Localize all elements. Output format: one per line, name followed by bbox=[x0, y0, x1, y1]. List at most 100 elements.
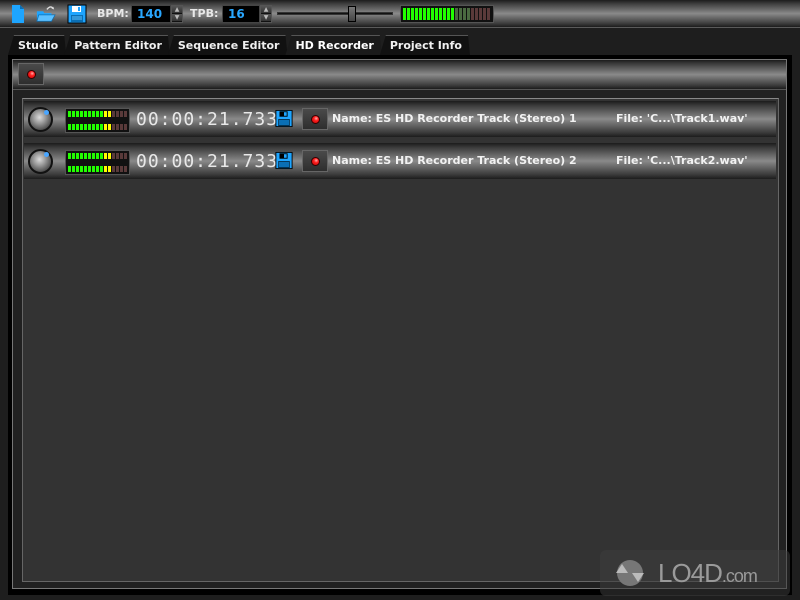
bpm-up-arrow-icon[interactable]: ▲ bbox=[172, 6, 182, 14]
meter-channel bbox=[68, 166, 127, 172]
track-level-meter bbox=[65, 150, 130, 175]
meter-segment bbox=[427, 14, 430, 20]
meter-segment bbox=[112, 111, 115, 117]
meter-segment bbox=[439, 14, 442, 20]
save-track-icon[interactable] bbox=[275, 109, 293, 128]
meter-segment bbox=[431, 14, 434, 20]
tab-hd-recorder[interactable]: HD Recorder bbox=[285, 35, 381, 55]
hd-recorder-inner: 00:00:21.733 Name: ES HD Recorder Track … bbox=[12, 59, 787, 589]
meter-segment bbox=[471, 14, 474, 20]
meter-segment bbox=[72, 124, 75, 130]
meter-segment bbox=[68, 153, 71, 159]
track-name: Name: ES HD Recorder Track (Stereo) 2 bbox=[332, 154, 577, 167]
meter-segment bbox=[475, 14, 478, 20]
record-all-button[interactable] bbox=[18, 63, 44, 85]
tab-sequence-editor[interactable]: Sequence Editor bbox=[168, 35, 288, 55]
meter-segment bbox=[419, 14, 422, 20]
meter-segment bbox=[104, 111, 107, 117]
meter-segment bbox=[84, 124, 87, 130]
meter-segment bbox=[407, 14, 410, 20]
save-track-icon[interactable] bbox=[275, 151, 293, 170]
meter-segment bbox=[96, 153, 99, 159]
meter-segment bbox=[112, 166, 115, 172]
open-folder-icon[interactable] bbox=[36, 4, 56, 24]
meter-channel bbox=[68, 111, 127, 117]
lo4d-logo-icon bbox=[616, 560, 644, 586]
meter-segment bbox=[72, 153, 75, 159]
track-level-meter bbox=[65, 108, 130, 133]
track-time-display: 00:00:21.733 bbox=[136, 109, 279, 130]
meter-segment bbox=[108, 166, 111, 172]
volume-knob[interactable] bbox=[28, 107, 53, 132]
meter-segment bbox=[423, 14, 426, 20]
meter-segment bbox=[88, 111, 91, 117]
meter-segment bbox=[411, 14, 414, 20]
meter-segment bbox=[435, 14, 438, 20]
tab-pattern-editor[interactable]: Pattern Editor bbox=[64, 35, 170, 55]
meter-segment bbox=[84, 111, 87, 117]
tab-bar: Studio Pattern Editor Sequence Editor HD… bbox=[8, 35, 468, 55]
meter-segment bbox=[415, 14, 418, 20]
meter-segment bbox=[96, 166, 99, 172]
track-record-button[interactable] bbox=[302, 150, 328, 172]
record-toolbar bbox=[13, 60, 786, 90]
meter-segment bbox=[120, 111, 123, 117]
record-icon bbox=[310, 114, 320, 124]
meter-segment bbox=[100, 166, 103, 172]
meter-segment bbox=[120, 124, 123, 130]
meter-segment bbox=[76, 124, 79, 130]
tpb-spinner[interactable]: ▲ ▼ bbox=[260, 5, 272, 23]
meter-segment bbox=[116, 166, 119, 172]
tpb-up-arrow-icon[interactable]: ▲ bbox=[261, 6, 271, 14]
bpm-down-arrow-icon[interactable]: ▼ bbox=[172, 14, 182, 22]
meter-segment bbox=[443, 14, 446, 20]
meter-channel bbox=[403, 14, 491, 20]
tpb-down-arrow-icon[interactable]: ▼ bbox=[261, 14, 271, 22]
meter-segment bbox=[76, 153, 79, 159]
meter-segment bbox=[100, 111, 103, 117]
meter-segment bbox=[451, 14, 454, 20]
meter-segment bbox=[116, 153, 119, 159]
volume-knob[interactable] bbox=[28, 149, 53, 174]
meter-segment bbox=[68, 124, 71, 130]
meter-segment bbox=[80, 166, 83, 172]
watermark: LO4D.com bbox=[600, 550, 790, 596]
track-file: File: 'C...\Track2.wav' bbox=[616, 154, 748, 167]
meter-segment bbox=[455, 14, 458, 20]
meter-segment bbox=[68, 111, 71, 117]
meter-segment bbox=[92, 166, 95, 172]
meter-segment bbox=[112, 153, 115, 159]
track-row: 00:00:21.733 Name: ES HD Recorder Track … bbox=[24, 101, 776, 137]
tracks-area: 00:00:21.733 Name: ES HD Recorder Track … bbox=[22, 98, 779, 582]
meter-segment bbox=[124, 124, 127, 130]
meter-segment bbox=[104, 153, 107, 159]
toolbar: BPM: 140 ▲ ▼ TPB: 16 ▲ ▼ bbox=[0, 0, 800, 28]
meter-segment bbox=[88, 153, 91, 159]
tab-studio[interactable]: Studio bbox=[8, 35, 66, 55]
meter-segment bbox=[112, 124, 115, 130]
meter-segment bbox=[92, 111, 95, 117]
meter-segment bbox=[84, 153, 87, 159]
meter-segment bbox=[108, 111, 111, 117]
save-icon[interactable] bbox=[67, 4, 87, 24]
slider-track bbox=[277, 12, 393, 15]
track-time-display: 00:00:21.733 bbox=[136, 151, 279, 172]
meter-segment bbox=[120, 166, 123, 172]
new-file-icon[interactable] bbox=[8, 4, 28, 24]
bpm-field[interactable]: 140 bbox=[131, 5, 171, 23]
slider-thumb[interactable] bbox=[348, 6, 357, 22]
meter-segment bbox=[120, 153, 123, 159]
meter-segment bbox=[108, 153, 111, 159]
meter-segment bbox=[92, 153, 95, 159]
track-record-button[interactable] bbox=[302, 108, 328, 130]
tab-project-info[interactable]: Project Info bbox=[380, 35, 470, 55]
tpb-field[interactable]: 16 bbox=[222, 5, 260, 23]
bpm-spinner[interactable]: ▲ ▼ bbox=[171, 5, 183, 23]
meter-channel bbox=[68, 124, 127, 130]
meter-segment bbox=[108, 124, 111, 130]
meter-segment bbox=[84, 166, 87, 172]
tempo-slider[interactable] bbox=[277, 6, 393, 22]
meter-segment bbox=[96, 111, 99, 117]
track-row: 00:00:21.733 Name: ES HD Recorder Track … bbox=[24, 143, 776, 179]
meter-segment bbox=[116, 124, 119, 130]
